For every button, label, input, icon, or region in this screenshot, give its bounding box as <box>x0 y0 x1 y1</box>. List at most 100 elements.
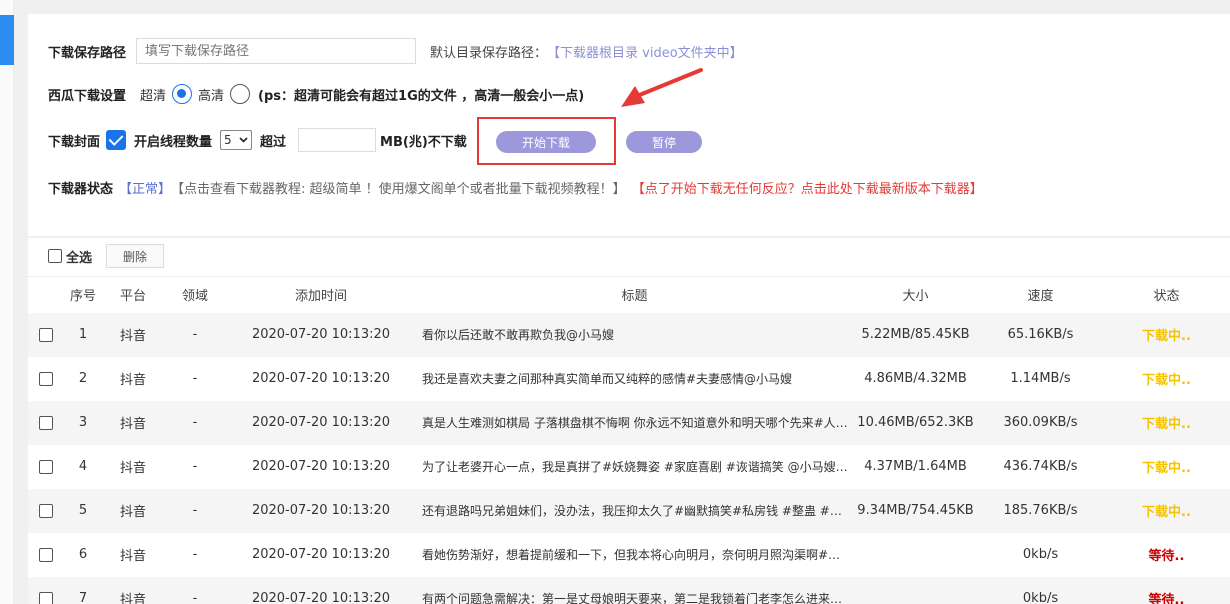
column-header-checkbox <box>28 276 64 313</box>
row-domain: - <box>192 459 198 474</box>
row-domain-cell: - <box>164 488 226 533</box>
row-checkbox[interactable] <box>39 415 53 430</box>
quality-note: (ps：超清可能会有超过1G的文件 ，高清一般会小一点) <box>258 88 585 104</box>
table-row[interactable]: 4 抖音 - 2020-07-20 10:13:20 为了让老婆开心一点，我是真拼了#妖… <box>28 445 1230 489</box>
row-added-time: 2020-07-20 10:13:20 <box>251 415 391 430</box>
row-speed-cell: 1.14MB/s <box>978 357 1103 401</box>
table-row[interactable]: 1 抖音 - 2020-07-20 10:13:20 看你以后还敢不敢再欺负我@小马嫂 5… <box>28 312 1230 357</box>
row-platform-cell: 抖音 <box>102 357 164 401</box>
row-domain: - <box>192 503 198 518</box>
status-label: 下载器状态 <box>48 182 114 197</box>
row-size: 4.37MB/1.64MB <box>864 459 967 474</box>
row-size: 9.34MB/754.45KB <box>857 503 974 518</box>
row-speed-cell: 0kb/s <box>978 533 1103 577</box>
delete-button[interactable]: 删除 <box>106 244 165 268</box>
table-row[interactable]: 6 抖音 - 2020-07-20 10:13:20 看她伤势渐好，想着提前缓和一下，但… <box>28 533 1230 577</box>
row-status: 等待.. <box>1148 549 1185 564</box>
xigua-label: 西瓜下载设置 <box>48 88 127 104</box>
quality-high-radio[interactable] <box>230 84 251 104</box>
row-number: 2 <box>78 371 88 386</box>
quality-super-radio[interactable] <box>172 84 193 104</box>
exceed-label: 超过 <box>260 134 287 150</box>
row-size-cell: 9.34MB/754.45KB <box>853 488 978 533</box>
row-checkbox[interactable] <box>39 503 53 518</box>
row-status-cell: 等待.. <box>1103 533 1230 577</box>
row-added-time: 2020-07-20 10:13:20 <box>251 503 391 518</box>
column-header: 速度 <box>978 276 1103 313</box>
row-added-time-cell: 2020-07-20 10:13:20 <box>226 576 416 604</box>
sidebar-strip <box>0 0 14 604</box>
row-checkbox-cell <box>28 488 64 533</box>
row-size-cell <box>853 576 978 604</box>
row-checkbox-cell <box>28 445 64 489</box>
row-number-cell: 5 <box>64 488 102 533</box>
row-number-cell: 6 <box>64 533 102 577</box>
row-speed: 436.74KB/s <box>1003 459 1078 474</box>
row-checkbox[interactable] <box>39 459 53 474</box>
row-speed: 0kb/s <box>1022 591 1059 604</box>
default-dir-link[interactable]: 【下载器根目录 video文件夹中】 <box>547 42 743 61</box>
row-title-cell: 还有退路吗兄弟姐妹们，没办法，我压抑太久了#幽默搞笑#私房钱 #整蛊 #夫… <box>416 488 853 533</box>
row-status: 下载中.. <box>1142 505 1191 520</box>
update-downloader-link[interactable]: 【点了开始下载无任何反应？点击此处下载最新版本下载器】 <box>632 178 983 197</box>
row-status-cell: 等待.. <box>1103 576 1230 604</box>
row-platform-cell: 抖音 <box>102 312 164 357</box>
row-size-cell: 5.22MB/85.45KB <box>853 312 978 357</box>
table-row[interactable]: 5 抖音 - 2020-07-20 10:13:20 还有退路吗兄弟姐妹们，没办法，我压… <box>28 488 1230 533</box>
exceed-size-input[interactable] <box>298 128 377 152</box>
table-row[interactable]: 2 抖音 - 2020-07-20 10:13:20 我还是喜欢夫妻之间那种真实简单而又… <box>28 357 1230 401</box>
row-domain-cell: - <box>164 357 226 401</box>
threads-select[interactable]: 5 <box>220 130 253 150</box>
column-header: 状态 <box>1103 276 1230 313</box>
cover-label: 下载封面 <box>48 134 101 150</box>
row-domain: - <box>192 591 198 604</box>
tutorial-link[interactable]: 【点击查看下载器教程: 超级简单 ！使用爆文阁单个或者批量下载视频教程！】 <box>171 178 626 197</box>
settings-panel: 下载保存路径 默认目录保存路径： 【下载器根目录 video文件夹中】 西瓜下载… <box>28 14 1230 236</box>
row-platform-cell: 抖音 <box>102 400 164 445</box>
row-size-cell: 10.46MB/652.3KB <box>853 400 978 445</box>
row-added-time: 2020-07-20 10:13:20 <box>251 547 391 562</box>
row-added-time-cell: 2020-07-20 10:13:20 <box>226 533 416 577</box>
row-number: 3 <box>78 415 88 430</box>
save-path-input[interactable] <box>136 38 417 64</box>
row-domain-cell: - <box>164 576 226 604</box>
column-header: 领域 <box>164 276 226 313</box>
chevron-down-icon <box>239 137 248 143</box>
cover-checkbox[interactable] <box>106 130 127 150</box>
row-title: 我还是喜欢夫妻之间那种真实简单而又纯粹的感情#夫妻感情@小马嫂 <box>422 372 793 386</box>
row-title-cell: 为了让老婆开心一点，我是真拼了#妖娆舞姿 #家庭喜剧 #诙谐搞笑 @小马嫂… <box>416 445 853 489</box>
row-number-cell: 3 <box>64 400 102 445</box>
row-domain-cell: - <box>164 312 226 357</box>
row-number-cell: 7 <box>64 576 102 604</box>
pause-button[interactable]: 暂停 <box>626 131 702 153</box>
row-speed-cell: 0kb/s <box>978 576 1103 604</box>
threads-label: 开启线程数量 <box>134 134 213 150</box>
row-number: 6 <box>78 547 88 562</box>
row-platform-cell: 抖音 <box>102 445 164 489</box>
row-number-cell: 4 <box>64 445 102 489</box>
row-status: 下载中.. <box>1142 461 1191 476</box>
row-speed: 360.09KB/s <box>1003 415 1078 430</box>
table-row[interactable]: 3 抖音 - 2020-07-20 10:13:20 真是人生难测如棋局 子落棋盘棋不悔… <box>28 400 1230 445</box>
select-all-checkbox[interactable] <box>48 249 62 263</box>
row-status-cell: 下载中.. <box>1103 312 1230 357</box>
row-added-time-cell: 2020-07-20 10:13:20 <box>226 312 416 357</box>
row-checkbox[interactable] <box>39 591 53 604</box>
select-all-label: 全选 <box>66 250 93 266</box>
row-checkbox[interactable] <box>39 327 53 342</box>
row-number: 1 <box>78 327 88 342</box>
row-domain: - <box>192 371 198 386</box>
row-speed-cell: 436.74KB/s <box>978 445 1103 489</box>
column-header: 序号 <box>64 276 102 313</box>
row-checkbox-cell <box>28 576 64 604</box>
download-list-panel: 全选 删除 序号 平台 领域 添加时间 标题 大小 速度 状态 1 抖音 - 2020… <box>28 238 1230 604</box>
exceed-unit: MB(兆)不下载 <box>380 134 467 150</box>
status-row: 下载器状态 【正常】 【点击查看下载器教程: 超级简单 ！使用爆文阁单个或者批量… <box>48 178 983 197</box>
row-platform: 抖音 <box>119 505 146 520</box>
table-row[interactable]: 7 抖音 - 2020-07-20 10:13:20 有两个问题急需解决：第一是丈母娘明… <box>28 576 1230 604</box>
column-header: 平台 <box>102 276 164 313</box>
row-checkbox[interactable] <box>39 547 53 562</box>
row-checkbox[interactable] <box>39 371 53 386</box>
list-toolbar: 全选 删除 <box>48 244 165 268</box>
row-platform-cell: 抖音 <box>102 576 164 604</box>
